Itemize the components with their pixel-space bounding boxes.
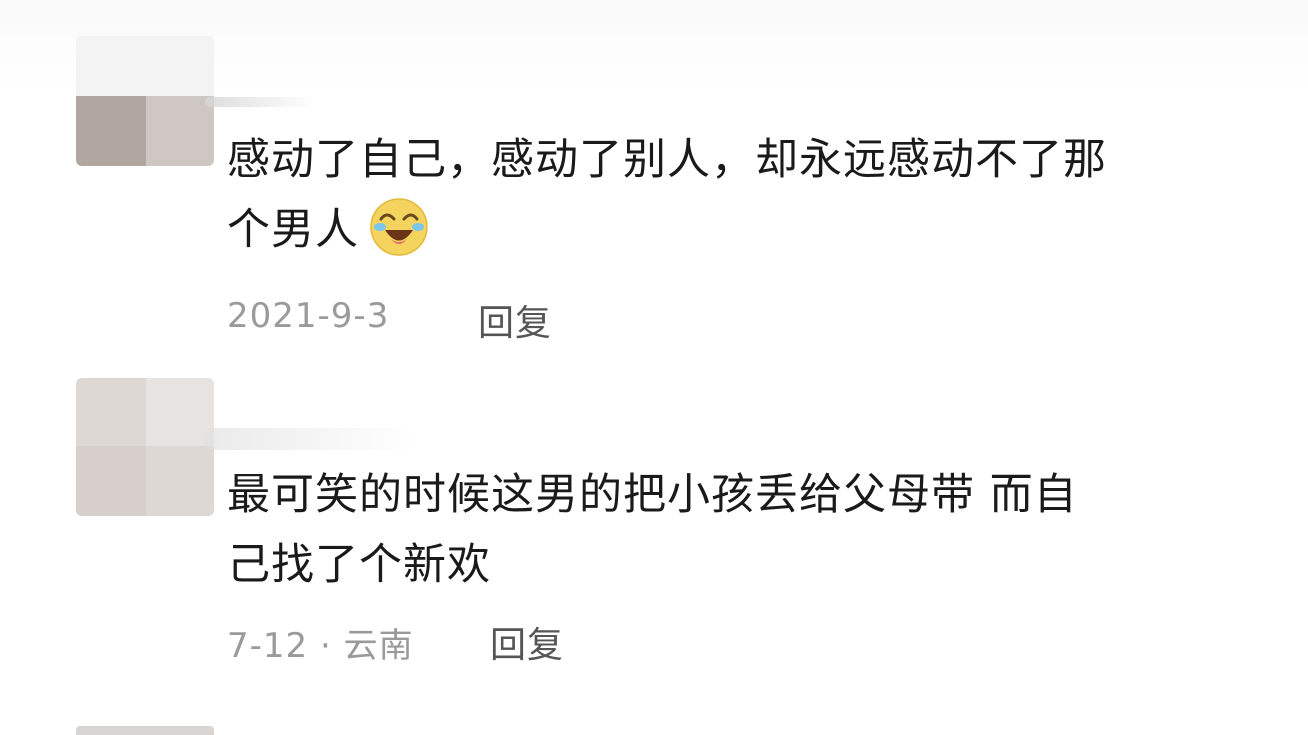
comment-text-line: 己找了个新欢	[227, 540, 491, 590]
comment-text-segment: 个男人	[227, 205, 359, 255]
laughing-crying-emoji-icon	[370, 197, 428, 256]
reply-button[interactable]: 回复	[490, 616, 564, 668]
username[interactable]	[205, 428, 415, 450]
avatar[interactable]	[76, 378, 214, 516]
comment-item: 最可笑的时候这男的把小孩丢给父母带 而自 己找了个新欢 7-12 · 云南 回复	[0, 360, 1308, 700]
comment-text-line: 个男人	[227, 195, 1267, 265]
comment-location: · 云南	[319, 626, 414, 666]
comment-text-line: 最可笑的时候这男的把小孩丢给父母带 而自	[227, 470, 1078, 520]
avatar[interactable]	[76, 726, 214, 735]
comment-date: 2021-9-3	[227, 296, 390, 336]
comment-meta: 7-12 · 云南	[227, 618, 414, 667]
comment-list: 感动了自己，感动了别人，却永远感动不了那 个男人 2021-9-3 回复 最可笑…	[0, 0, 1308, 735]
avatar[interactable]	[76, 36, 214, 166]
comment-text-line: 感动了自己，感动了别人，却永远感动不了那	[227, 135, 1107, 185]
username[interactable]	[205, 97, 315, 107]
comment-text: 最可笑的时候这男的把小孩丢给父母带 而自 己找了个新欢	[227, 460, 1267, 600]
comment-text: 感动了自己，感动了别人，却永远感动不了那 个男人	[227, 125, 1267, 265]
comment-date: 7-12	[227, 626, 309, 666]
reply-button[interactable]: 回复	[478, 294, 552, 346]
comment-item: 感动了自己，感动了别人，却永远感动不了那 个男人 2021-9-3 回复	[0, 0, 1308, 360]
